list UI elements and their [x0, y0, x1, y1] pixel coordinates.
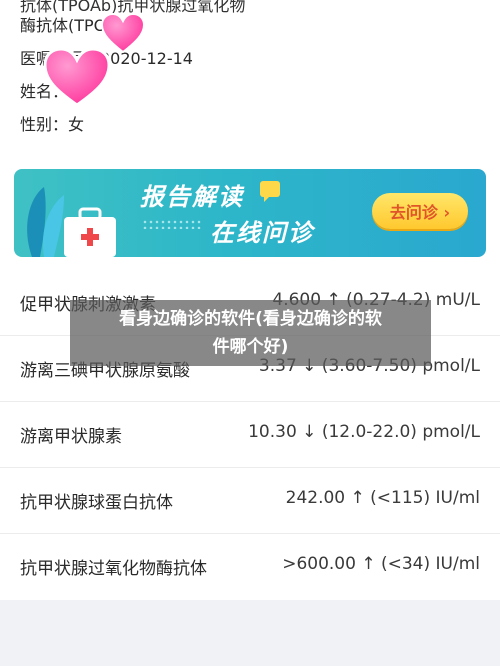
bottom-background	[0, 600, 500, 666]
result-name: 抗甲状腺过氧化物酶抗体	[20, 559, 207, 579]
result-value: 242.00 ↑ (<115) IU/ml	[285, 488, 480, 508]
banner-subtitle: 在线问诊	[210, 219, 314, 247]
medical-kit-icon	[27, 187, 116, 257]
consult-banner[interactable]: 报告解读 在线问诊 去问诊 ›	[14, 169, 486, 257]
result-row: 抗甲状腺过氧化物酶抗体 >600.00 ↑ (<34) IU/ml	[0, 534, 500, 600]
banner-title: 报告解读	[140, 183, 244, 211]
result-value: 10.30 ↓ (12.0-22.0) pmol/L	[248, 422, 480, 442]
heart-sticker-large-icon	[43, 47, 111, 107]
result-value: >600.00 ↑ (<34) IU/ml	[282, 554, 480, 574]
result-name: 游离甲状腺素	[20, 427, 122, 447]
chat-bubble-icon	[260, 181, 280, 202]
patient-info-card: 抗体(TPOAb)抗甲状腺过氧化物 酶抗体(TPOAb) 医嘱时间：2020-1…	[0, 0, 500, 155]
dots-decoration	[142, 219, 202, 229]
info-line-gender: 性别：女	[20, 115, 85, 134]
banner-section: 报告解读 在线问诊 去问诊 ›	[0, 155, 500, 270]
result-row: 游离甲状腺素 10.30 ↓ (12.0-22.0) pmol/L	[0, 402, 500, 468]
article-title-overlay: 看身边确诊的软件(看身边确诊的软 件哪个好)	[70, 300, 431, 366]
result-name: 抗甲状腺球蛋白抗体	[20, 493, 173, 513]
overlay-line-2: 件哪个好)	[212, 337, 289, 357]
overlay-line-1: 看身边确诊的软件(看身边确诊的软	[119, 309, 382, 329]
consult-button[interactable]: 去问诊 ›	[372, 193, 468, 229]
result-row: 抗甲状腺球蛋白抗体 242.00 ↑ (<115) IU/ml	[0, 468, 500, 534]
